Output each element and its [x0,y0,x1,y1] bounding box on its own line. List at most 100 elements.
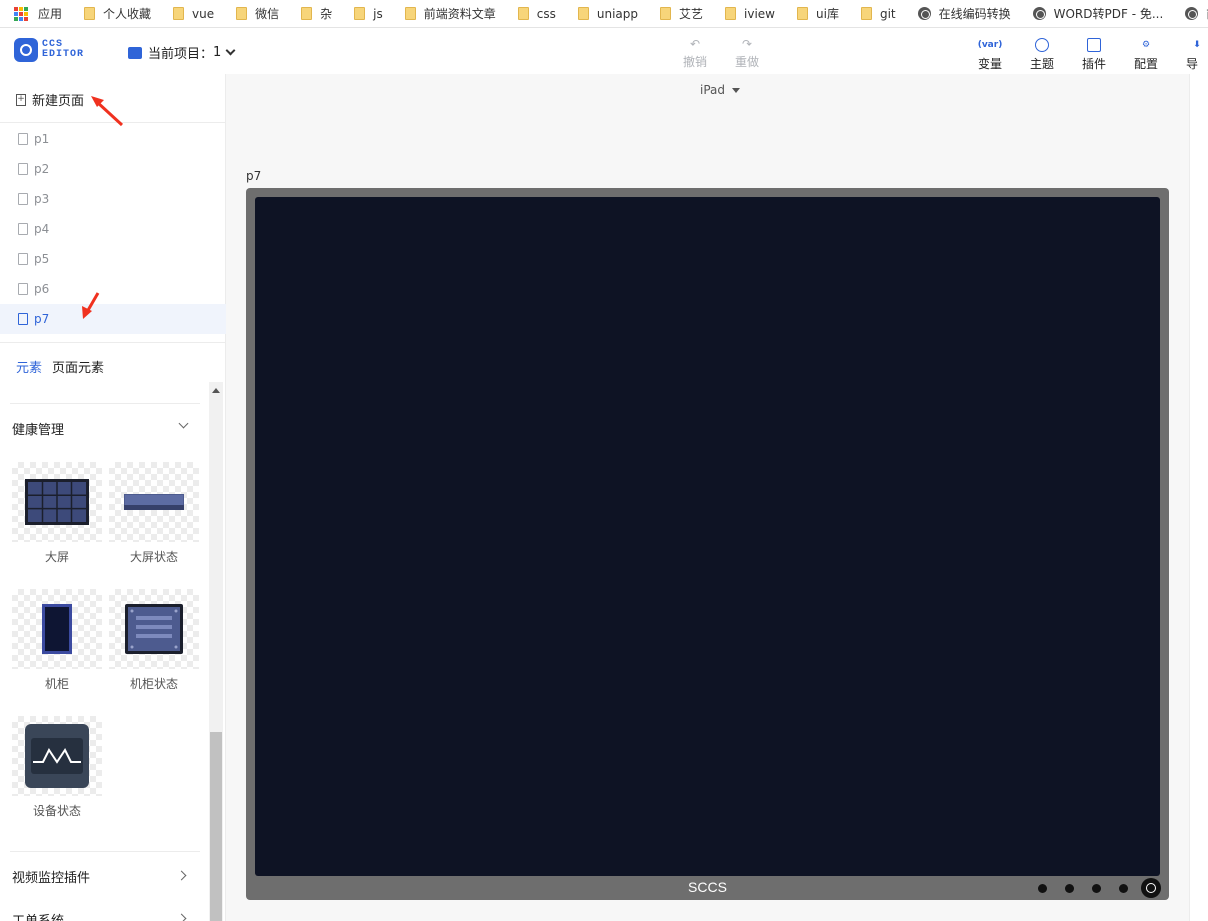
bookmark-folder[interactable]: vue [173,7,214,21]
bookmark-folder[interactable]: uniapp [577,7,638,21]
component-device-status[interactable]: 设备状态 [12,716,102,819]
chevron-right-icon[interactable] [176,870,187,881]
device-screen[interactable] [255,197,1160,876]
project-value: 1 [213,45,222,60]
cabinet-icon [12,589,102,669]
scrollbar-thumb[interactable] [210,732,222,921]
folder-icon [860,7,872,20]
scroll-up-icon[interactable] [212,388,220,393]
logo[interactable]: CCS EDITOR [14,38,84,62]
indicator-dot [1038,884,1047,893]
page-label: p2 [34,162,50,176]
panel-scrollbar[interactable] [209,382,223,921]
bookmark-folder[interactable]: 个人收藏 [84,5,151,22]
bookmark-folder[interactable]: 杂 [301,5,332,22]
bookmark-folder[interactable]: 艾艺 [660,5,703,22]
folder-icon [128,46,142,59]
bookmark-folder[interactable]: iview [725,7,775,21]
bookmarks-bar: 应用 个人收藏 vue 微信 杂 js 前端资料文章 css uniapp 艾艺… [0,0,1208,28]
bookmark-folder[interactable]: 前端资料文章 [404,5,496,22]
divider [10,851,200,852]
undo-label: 撤销 [683,55,708,69]
group-title[interactable]: 工单系统 [12,910,64,921]
chevron-down-icon[interactable] [178,418,189,429]
bookmark-label: 应用 [38,7,63,21]
tab-elements[interactable]: 元素 [16,357,42,376]
folder-icon [517,7,529,20]
new-page-button[interactable]: + 新建页面 [16,90,84,109]
folder-icon [236,7,248,20]
big-screen-icon [12,462,102,542]
redo-icon: ↷ [741,37,753,51]
indicator-dot [1065,884,1074,893]
variable-icon: (var) [977,40,1003,50]
page-item[interactable]: p4 [0,214,226,244]
bookmark-link[interactable]: 在线编码转换 [917,5,1011,22]
folder-icon [84,7,96,20]
bookmark-apps[interactable]: 应用 [14,5,62,22]
page-item[interactable]: p3 [0,184,226,214]
bookmark-folder[interactable]: css [517,7,556,21]
redo-button[interactable]: ↷ 重做 [735,38,759,70]
device-brand: SCCS [688,879,727,895]
bookmark-link[interactable]: WORD转PDF - 免... [1032,5,1163,22]
page-icon [18,193,28,205]
component-cabinet-status[interactable]: 机柜状态 [109,589,199,692]
annotation-arrow [82,292,100,319]
project-label: 当前项目： [148,47,214,62]
component-big-screen-status[interactable]: 大屏状态 [109,462,199,565]
bookmark-label: 前端资料文章 [423,7,496,21]
theme-button[interactable]: 主题 [1030,38,1054,72]
page-label: p6 [34,282,50,296]
folder-icon [301,7,313,20]
download-icon: ⬇ [1193,40,1201,50]
canvas-area[interactable]: iPad p7 SCCS [226,74,1189,921]
caret-down-icon [732,87,741,93]
bookmark-label: iview [744,6,775,21]
bookmark-label: 杂 [320,7,333,21]
cabinet-status-icon [109,589,199,669]
plugin-button[interactable]: 插件 [1082,38,1106,72]
bookmark-label: js [373,6,383,21]
page-label: p7 [34,312,50,326]
globe-icon [917,7,931,20]
annotation-arrow [91,96,124,127]
bookmark-link[interactable]: 前端 [1185,5,1208,22]
page-item-active[interactable]: p7 [0,304,226,334]
page-icon [18,313,28,325]
page-label: p3 [34,192,50,206]
bookmark-folder[interactable]: 微信 [236,5,279,22]
chevron-down-icon [225,45,236,56]
page-item[interactable]: p2 [0,154,226,184]
divider [0,342,226,343]
project-selector[interactable]: 当前项目： 1 [128,43,236,62]
indicator-dot [1092,884,1101,893]
folder-icon [797,7,808,20]
bookmark-label: ui库 [816,7,839,21]
page-item[interactable]: p5 [0,244,226,274]
component-panel: 健康管理 大屏 大屏状态 机柜 机柜状态 设备状态 视频监控插件 [0,382,226,921]
undo-button[interactable]: ↶ 撤销 [683,38,707,70]
palette-icon [1035,38,1049,52]
left-sidebar: + 新建页面 p1 p2 p3 p4 p5 p6 p7 元素 页面元素 健康管理 [0,74,226,921]
bookmark-folder[interactable]: git [860,7,896,21]
page-item[interactable]: p6 [0,274,226,304]
plugin-label: 插件 [1082,57,1107,71]
add-page-icon: + [16,93,26,106]
folder-icon [660,7,672,20]
group-title[interactable]: 视频监控插件 [12,867,90,886]
bookmark-folder[interactable]: ui库 [797,5,839,22]
page-icon [18,253,28,265]
device-selector[interactable]: iPad [700,83,741,97]
bookmark-folder[interactable]: js [354,7,383,21]
component-cabinet[interactable]: 机柜 [12,589,102,692]
config-button[interactable]: ⚙ 配置 [1134,38,1158,72]
tab-page-elements[interactable]: 页面元素 [52,357,104,376]
group-title[interactable]: 健康管理 [12,419,64,438]
variable-button[interactable]: (var) 变量 [977,38,1003,72]
bookmark-label: 微信 [255,7,280,21]
theme-label: 主题 [1030,57,1055,71]
component-big-screen[interactable]: 大屏 [12,462,102,565]
chevron-right-icon[interactable] [176,913,187,921]
page-list: p1 p2 p3 p4 p5 p6 p7 [0,124,226,334]
